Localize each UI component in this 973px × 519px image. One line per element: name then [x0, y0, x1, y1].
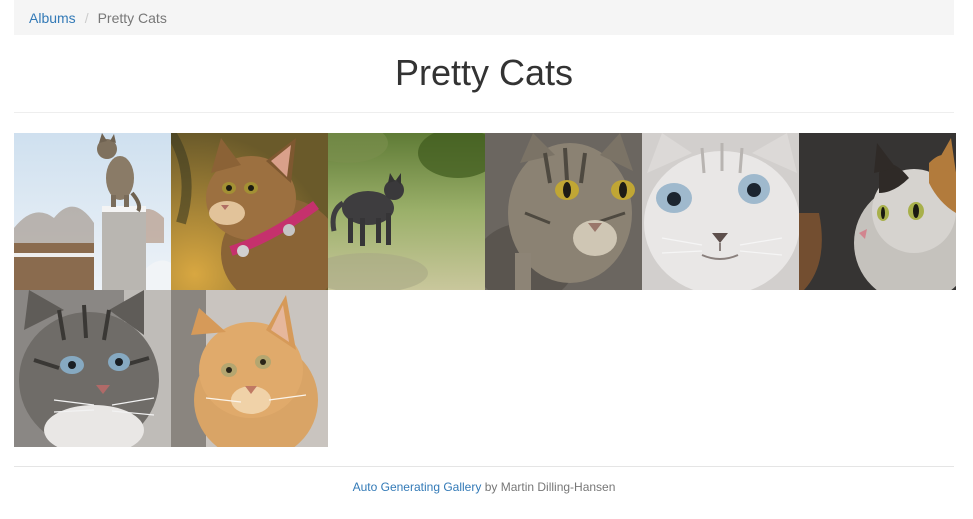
gallery-photo-3[interactable] [328, 133, 485, 290]
photo-gallery [14, 133, 956, 447]
cat-photo-image [485, 133, 642, 290]
gallery-photo-6[interactable] [799, 133, 956, 290]
cat-photo-image [328, 133, 485, 290]
page-header: Pretty Cats [14, 35, 954, 113]
gallery-photo-1[interactable] [14, 133, 171, 290]
footer-credit: Auto Generating Gallery by Martin Dillin… [353, 480, 616, 494]
breadcrumb-current: Pretty Cats [97, 9, 167, 26]
page-title: Pretty Cats [394, 51, 574, 93]
gallery-photo-5[interactable] [642, 133, 799, 290]
cat-photo-image [14, 133, 171, 290]
gallery-photo-2[interactable] [171, 133, 328, 290]
footer: Auto Generating Gallery by Martin Dillin… [14, 466, 954, 507]
cat-photo-image [171, 290, 328, 447]
breadcrumb: Albums / Pretty Cats [14, 0, 954, 35]
gallery-photo-8[interactable] [171, 290, 328, 447]
breadcrumb-separator: / [84, 9, 89, 26]
gallery-photo-4[interactable] [485, 133, 642, 290]
gallery-photo-7[interactable] [14, 290, 171, 447]
footer-gallery-link[interactable]: Auto Generating Gallery [353, 480, 482, 494]
footer-author-text: by Martin Dilling-Hansen [484, 480, 616, 494]
cat-photo-image [642, 133, 799, 290]
page-container: Albums / Pretty Cats Pretty Cats Auto Ge… [14, 0, 956, 507]
cat-photo-image [14, 290, 171, 447]
cat-photo-image [799, 133, 956, 290]
breadcrumb-albums-link[interactable]: Albums [29, 10, 76, 26]
cat-photo-image [171, 133, 328, 290]
